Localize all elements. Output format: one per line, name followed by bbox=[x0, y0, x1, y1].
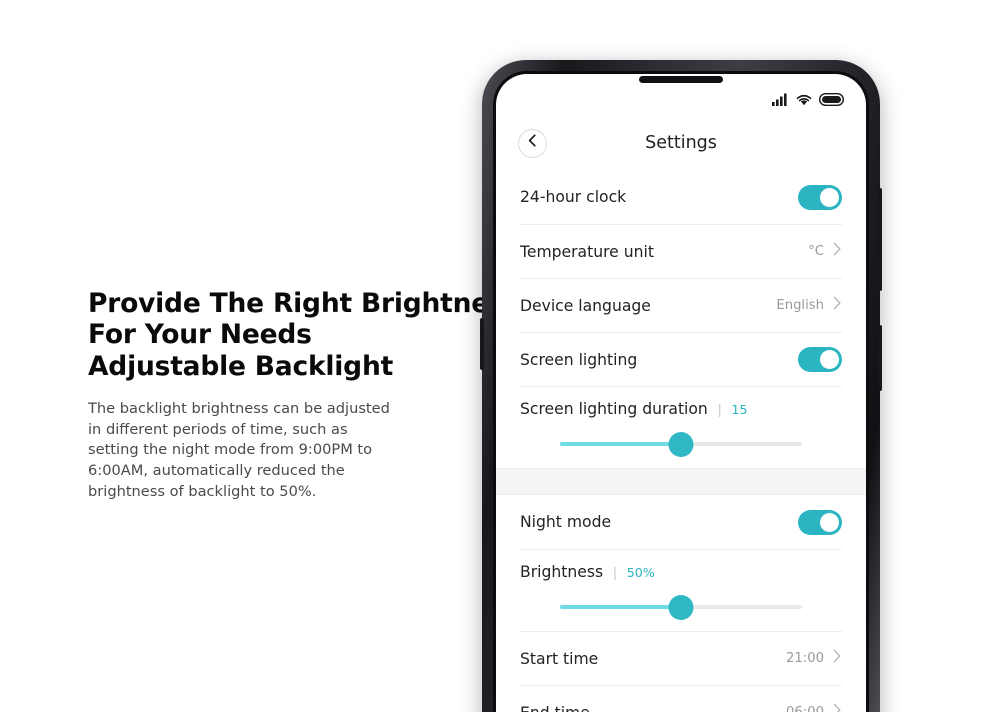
row-label: Brightness bbox=[520, 563, 604, 581]
screen-title: Settings bbox=[645, 133, 717, 153]
slider-brightness[interactable] bbox=[560, 594, 802, 620]
toggle-knob bbox=[820, 187, 839, 207]
row-label: Screen lighting bbox=[520, 350, 638, 369]
phone-bezel: Settings 24-hour clock Temperature unit … bbox=[493, 71, 869, 712]
toggle-screen-lighting[interactable] bbox=[798, 347, 842, 372]
toggle-night-mode[interactable] bbox=[798, 509, 842, 535]
toggle-24-hour-clock[interactable] bbox=[798, 184, 842, 210]
body-line-3: setting the night mode from 9:00PM to bbox=[88, 441, 373, 459]
row-label: Night mode bbox=[520, 513, 612, 531]
settings-row-brightness[interactable]: Brightness | 50% bbox=[520, 549, 842, 631]
slider-thumb[interactable] bbox=[668, 594, 694, 620]
row-label: Temperature unit bbox=[520, 242, 654, 261]
slider-track-fill bbox=[560, 605, 681, 609]
body-line-2: in different periods of time, such as bbox=[88, 420, 348, 438]
slider-track-fill bbox=[560, 442, 681, 446]
separator: | bbox=[717, 401, 722, 417]
slider-value: 15 bbox=[731, 401, 748, 417]
page-title: Provide The Right Brightness For Your Ne… bbox=[88, 288, 521, 382]
earpiece-speaker bbox=[639, 76, 723, 83]
battery-full-icon bbox=[819, 92, 844, 106]
phone-mockup: Settings 24-hour clock Temperature unit … bbox=[480, 60, 882, 712]
row-value: 21:00 bbox=[785, 651, 824, 666]
separator: | bbox=[613, 564, 617, 580]
phone-volume-button[interactable] bbox=[878, 188, 882, 291]
headline-line-3: Adjustable Backlight bbox=[88, 350, 394, 382]
settings-group-general: 24-hour clock Temperature unit °C Device… bbox=[496, 170, 866, 468]
settings-row-end-time[interactable]: End time 06:00 bbox=[520, 685, 842, 712]
back-button[interactable] bbox=[518, 128, 547, 158]
body-line-4: 6:00AM, automatically reduced the bbox=[88, 461, 345, 479]
row-value: English bbox=[776, 298, 824, 313]
row-label: Screen lighting duration bbox=[520, 400, 708, 418]
slider-header: Brightness | 50% bbox=[520, 563, 842, 581]
page-root: Provide The Right Brightness For Your Ne… bbox=[0, 0, 1000, 712]
settings-row-24-hour-clock[interactable]: 24-hour clock bbox=[520, 170, 842, 224]
row-value-group: 06:00 bbox=[786, 703, 842, 712]
settings-group-night: Night mode Brightness | 50% Start time 2… bbox=[496, 495, 866, 712]
body-line-5: brightness of backlight to 50%. bbox=[88, 482, 317, 500]
settings-row-screen-lighting[interactable]: Screen lighting bbox=[520, 332, 842, 386]
headline-line-1: Provide The Right Brightness bbox=[88, 288, 521, 319]
row-value-group: English bbox=[776, 296, 842, 315]
signal-bars-icon bbox=[772, 93, 789, 106]
row-label: Start time bbox=[520, 649, 599, 668]
row-label: End time bbox=[520, 704, 590, 712]
toggle-knob bbox=[820, 512, 839, 532]
wifi-icon bbox=[796, 93, 812, 106]
chevron-right-icon bbox=[833, 242, 842, 261]
slider-duration[interactable] bbox=[560, 431, 802, 457]
phone-power-button[interactable] bbox=[878, 325, 882, 391]
chevron-right-icon bbox=[833, 703, 842, 712]
settings-row-screen-lighting-duration[interactable]: Screen lighting duration | 15 bbox=[520, 386, 842, 468]
app-header: Settings bbox=[496, 116, 866, 170]
slider-header: Screen lighting duration | 15 bbox=[520, 400, 842, 418]
row-label: 24-hour clock bbox=[520, 188, 627, 206]
row-value-group: 21:00 bbox=[786, 649, 842, 668]
phone-screen: Settings 24-hour clock Temperature unit … bbox=[496, 74, 866, 712]
row-label: Device language bbox=[520, 296, 651, 315]
chevron-right-icon bbox=[833, 296, 842, 315]
slider-thumb[interactable] bbox=[668, 431, 694, 457]
slider-value: 50% bbox=[626, 564, 655, 580]
phone-left-button[interactable] bbox=[480, 318, 484, 370]
section-divider bbox=[496, 468, 866, 495]
settings-row-night-mode[interactable]: Night mode bbox=[520, 495, 842, 549]
row-value-group: °C bbox=[808, 242, 842, 261]
marketing-copy: Provide The Right Brightness For Your Ne… bbox=[88, 288, 521, 503]
row-value: °C bbox=[808, 244, 824, 259]
chevron-left-icon bbox=[527, 134, 538, 152]
toggle-knob bbox=[820, 350, 839, 369]
row-value: 06:00 bbox=[786, 705, 824, 712]
headline-line-2: For Your Needs bbox=[88, 319, 312, 351]
marketing-body: The backlight brightness can be adjusted… bbox=[88, 399, 478, 503]
settings-row-device-language[interactable]: Device language English bbox=[520, 278, 842, 332]
settings-row-temperature-unit[interactable]: Temperature unit °C bbox=[520, 224, 842, 278]
body-line-1: The backlight brightness can be adjusted bbox=[88, 399, 390, 417]
chevron-right-icon bbox=[833, 649, 842, 668]
settings-row-start-time[interactable]: Start time 21:00 bbox=[520, 631, 842, 685]
